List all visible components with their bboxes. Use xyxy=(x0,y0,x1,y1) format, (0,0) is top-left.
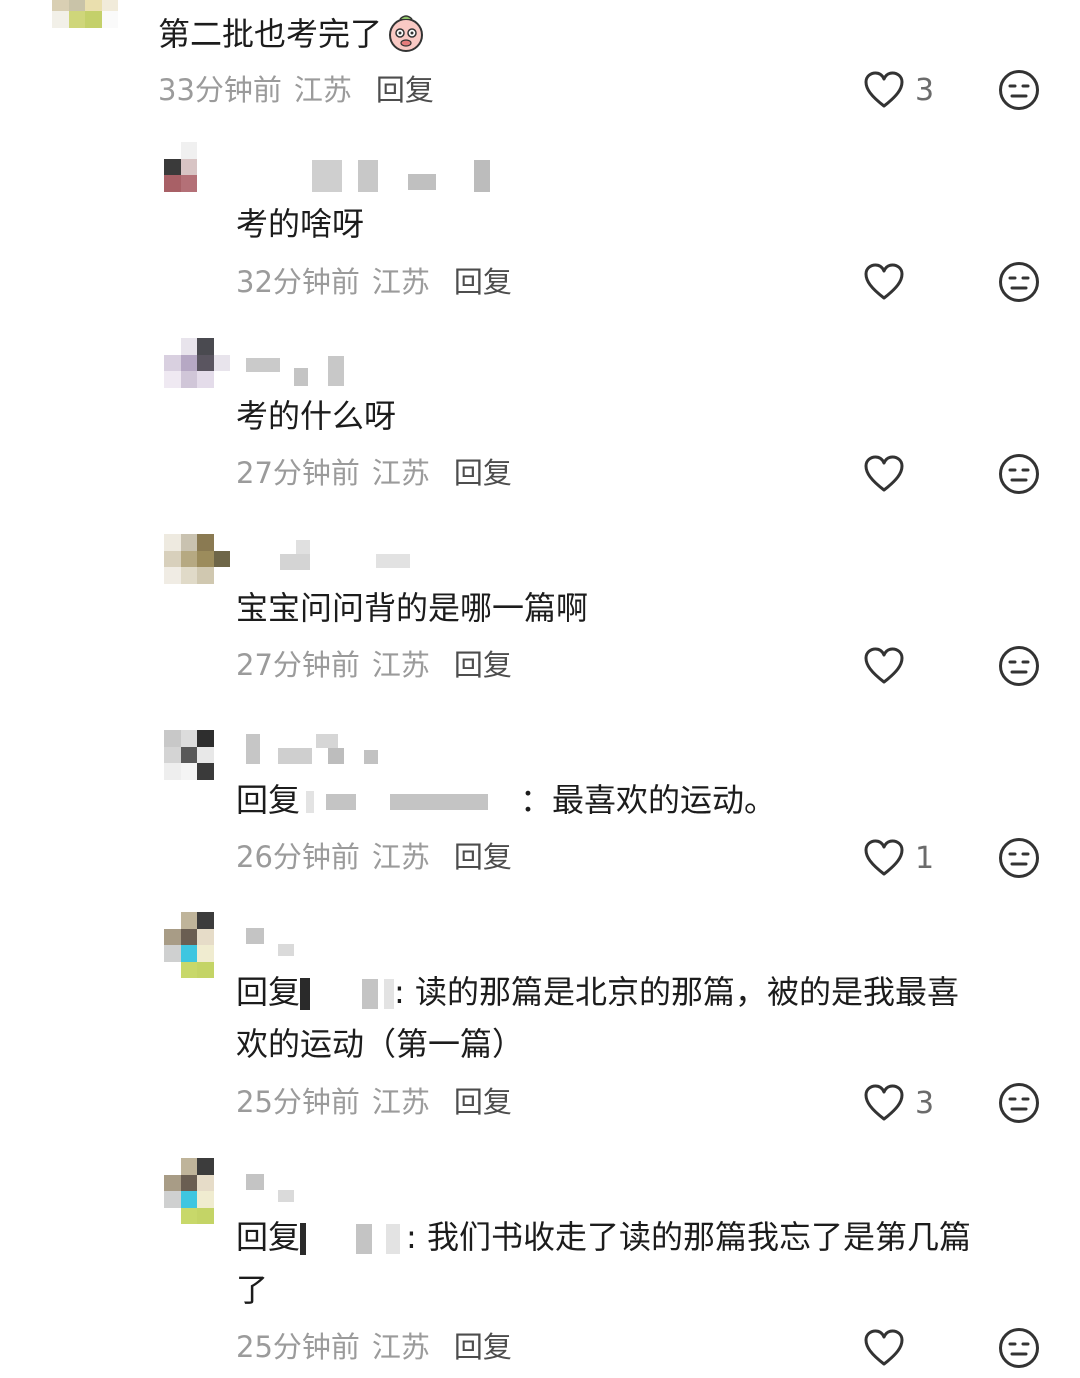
comment-meta: 25分钟前 江苏 回复 xyxy=(236,1327,512,1367)
comment-meta: 32分钟前 江苏 回复 xyxy=(236,262,512,302)
heart-outline-icon xyxy=(864,263,904,300)
neutral-face-icon xyxy=(999,454,1039,494)
mentioned-username[interactable] xyxy=(326,794,357,810)
heart-outline-icon xyxy=(864,647,904,684)
timestamp: 32分钟前 xyxy=(236,265,360,299)
heart-outline-icon xyxy=(864,1084,904,1121)
avatar[interactable] xyxy=(164,534,230,600)
reply-prefix: 回复 xyxy=(236,1218,301,1256)
dislike-button[interactable] xyxy=(998,1082,1040,1124)
reply-button[interactable]: 回复 xyxy=(454,265,512,299)
heart-outline-icon xyxy=(864,71,904,108)
neutral-face-icon xyxy=(999,646,1039,686)
dislike-button[interactable] xyxy=(998,837,1040,879)
reply-prefix: 回复 xyxy=(236,781,301,819)
like-count: 3 xyxy=(915,1085,935,1121)
comment-text: 考的什么呀 xyxy=(236,397,397,435)
mentioned-username[interactable] xyxy=(300,1223,307,1255)
dislike-button[interactable] xyxy=(998,261,1040,303)
comment-text: 宝宝问问背的是哪一篇啊 xyxy=(236,589,589,627)
timestamp: 27分钟前 xyxy=(236,648,360,682)
dislike-button[interactable] xyxy=(998,1327,1040,1369)
heart-outline-icon xyxy=(864,455,904,492)
comment-text: 第二批也考完了 xyxy=(158,8,426,60)
like-count: 1 xyxy=(915,840,935,876)
like-button[interactable] xyxy=(863,644,915,688)
username[interactable] xyxy=(240,1172,320,1206)
neutral-face-icon xyxy=(999,262,1039,302)
username[interactable] xyxy=(240,158,500,192)
username[interactable] xyxy=(240,732,400,766)
mentioned-username[interactable] xyxy=(300,978,311,1010)
timestamp: 25分钟前 xyxy=(236,1085,360,1119)
comment-meta: 26分钟前 江苏 回复 xyxy=(236,837,512,877)
avatar[interactable] xyxy=(52,0,118,44)
comment-meta: 25分钟前 江苏 回复 xyxy=(236,1082,512,1122)
location: 江苏 xyxy=(293,73,352,107)
neutral-face-icon xyxy=(999,70,1039,110)
comment-text-continued: 欢的运动（第一篇） xyxy=(236,1025,525,1063)
location: 江苏 xyxy=(371,265,430,299)
mentioned-username[interactable] xyxy=(356,1224,373,1254)
timestamp: 25分钟前 xyxy=(236,1330,360,1364)
comment-text: 回复 : 读的那篇是北京的那篇，被的是我最喜 xyxy=(236,966,959,1018)
comment-meta: 27分钟前 江苏 回复 xyxy=(236,453,512,493)
reply-button[interactable]: 回复 xyxy=(454,648,512,682)
heart-outline-icon xyxy=(864,1329,904,1366)
flushed-face-emoji-icon xyxy=(389,15,424,52)
dislike-button[interactable] xyxy=(998,645,1040,687)
location: 江苏 xyxy=(371,1085,430,1119)
avatar[interactable] xyxy=(164,912,230,978)
comment-text: 回复 : 我们书收走了读的那篇我忘了是第几篇 xyxy=(236,1211,971,1263)
location: 江苏 xyxy=(371,648,430,682)
like-button[interactable]: 1 xyxy=(863,836,934,880)
comment-body: 第二批也考完了 xyxy=(158,15,383,53)
reply-button[interactable]: 回复 xyxy=(454,1330,512,1364)
avatar[interactable] xyxy=(164,142,230,208)
reply-button[interactable]: 回复 xyxy=(454,456,512,490)
comment-text-continued: 了 xyxy=(236,1271,269,1309)
reply-button[interactable]: 回复 xyxy=(376,73,434,107)
comment-meta: 27分钟前 江苏 回复 xyxy=(236,645,512,685)
avatar[interactable] xyxy=(164,730,230,796)
location: 江苏 xyxy=(371,840,430,874)
mentioned-username[interactable] xyxy=(386,1224,401,1254)
username[interactable] xyxy=(240,352,360,386)
neutral-face-icon xyxy=(999,1328,1039,1368)
avatar[interactable] xyxy=(164,338,230,404)
comment-meta: 33分钟前 江苏 回复 xyxy=(158,70,434,110)
comment-text: 考的啥呀 xyxy=(236,205,365,243)
like-button[interactable] xyxy=(863,1326,915,1370)
timestamp: 27分钟前 xyxy=(236,456,360,490)
comment-body: : 读的那篇是北京的那篇，被的是我最喜 xyxy=(394,973,959,1011)
neutral-face-icon xyxy=(999,1083,1039,1123)
timestamp: 33分钟前 xyxy=(158,73,282,107)
location: 江苏 xyxy=(371,456,430,490)
comment-body: : 我们书收走了读的那篇我忘了是第几篇 xyxy=(406,1218,971,1256)
like-button[interactable] xyxy=(863,260,915,304)
username[interactable] xyxy=(240,540,440,574)
timestamp: 26分钟前 xyxy=(236,840,360,874)
like-button[interactable]: 3 xyxy=(863,68,934,112)
mentioned-username[interactable] xyxy=(390,794,489,810)
like-count: 3 xyxy=(915,72,935,108)
avatar[interactable] xyxy=(164,1158,230,1224)
like-button[interactable]: 3 xyxy=(863,1081,934,1125)
reply-prefix: 回复 xyxy=(236,973,301,1011)
mentioned-username[interactable] xyxy=(306,791,315,813)
like-button[interactable] xyxy=(863,452,915,496)
reply-button[interactable]: 回复 xyxy=(454,840,512,874)
location: 江苏 xyxy=(371,1330,430,1364)
comment-body: ：最喜欢的运动。 xyxy=(520,781,777,819)
neutral-face-icon xyxy=(999,838,1039,878)
mentioned-username[interactable] xyxy=(362,979,379,1009)
username[interactable] xyxy=(240,926,320,960)
heart-outline-icon xyxy=(864,839,904,876)
mentioned-username[interactable] xyxy=(384,979,395,1009)
dislike-button[interactable] xyxy=(998,69,1040,111)
comment-text: 回复 ：最喜欢的运动。 xyxy=(236,774,776,826)
dislike-button[interactable] xyxy=(998,453,1040,495)
reply-button[interactable]: 回复 xyxy=(454,1085,512,1119)
